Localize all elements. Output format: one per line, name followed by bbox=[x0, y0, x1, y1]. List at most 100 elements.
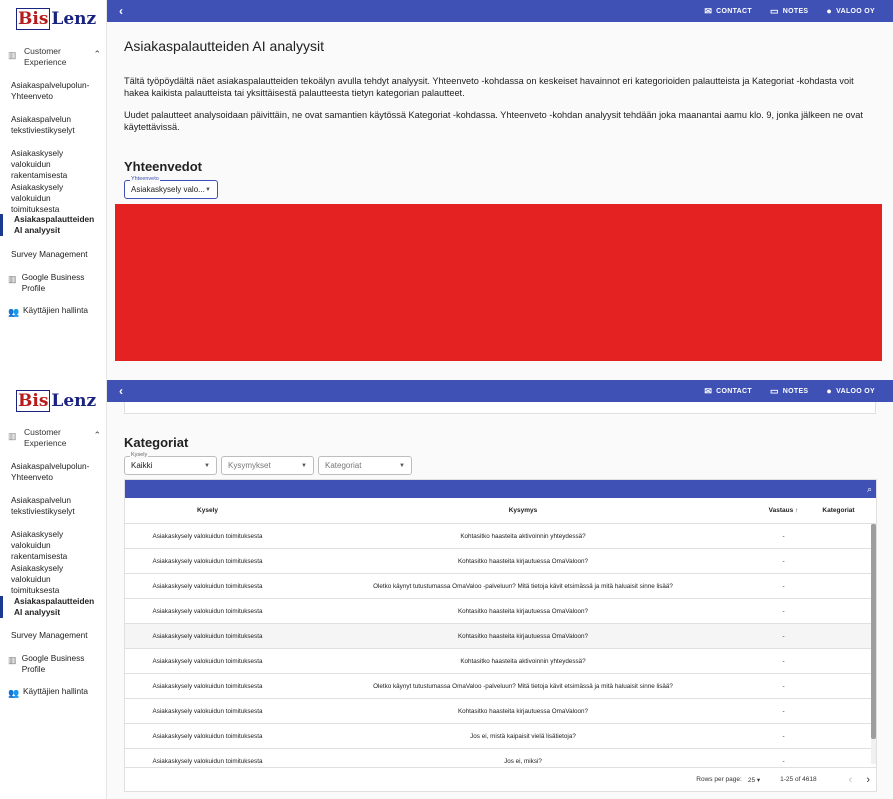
notes-button[interactable]: ▭ NOTES bbox=[770, 6, 808, 17]
brand-part-bis: Bis bbox=[16, 390, 51, 412]
sidebar-item-rakentamisesta[interactable]: Asiakaskysely valokuidun rakentamisesta bbox=[0, 148, 107, 181]
sidebar-item-label: Asiakaspalvelupolun- Yhteenveto bbox=[11, 80, 90, 101]
sidebar-item-label: Asiakaskysely valokuidun rakentamisesta bbox=[11, 148, 68, 180]
sidebar-item-toimituksesta[interactable]: Asiakaskysely valokuidun toimituksesta bbox=[0, 563, 107, 596]
survey-filter-value: Kaikki bbox=[131, 461, 153, 470]
sidebar-item-ai-analyysit[interactable]: Asiakaspalautteiden AI analyysit bbox=[0, 596, 107, 618]
table-row[interactable]: Asiakaskysely valokuidun toimituksesta Ko… bbox=[125, 649, 876, 674]
sidebar-item-label: Survey Management bbox=[11, 630, 88, 640]
brand-logo[interactable]: Bis Lenz bbox=[16, 388, 96, 414]
table-pagination: Rows per page: 25 ▾ 1-25 of 4618 ‹ › bbox=[125, 767, 876, 791]
dropdown-arrow-icon: ▼ bbox=[205, 186, 211, 193]
survey-filter-select[interactable]: Kysely Kaikki ▼ bbox=[124, 452, 217, 475]
sidebar-item-survey-management[interactable]: Survey Management bbox=[0, 630, 107, 641]
rows-per-page-select[interactable]: 25 ▾ bbox=[748, 776, 760, 784]
folder-icon: ▭ bbox=[769, 385, 779, 396]
sidebar-item-label: Asiakaskysely valokuidun rakentamisesta bbox=[11, 529, 68, 561]
table-row[interactable]: Asiakaskysely valokuidun toimituksesta Ol… bbox=[125, 674, 876, 699]
top-app-bar: ‹ ✉ CONTACT ▭ NOTES ● VALOO OY bbox=[107, 0, 893, 22]
people-icon: 👥 bbox=[8, 688, 20, 698]
bar-chart-icon: ▥ bbox=[8, 50, 17, 60]
contact-button[interactable]: ✉ CONTACT bbox=[704, 386, 752, 397]
sidebar-item-google-business-profile[interactable]: ▥ Google Business Profile bbox=[0, 653, 107, 675]
sidebar: Bis Lenz ▥ Customer Experience ⌃ Asiakasp… bbox=[0, 380, 107, 799]
column-header-kysymys[interactable]: Kysymys bbox=[290, 507, 756, 514]
sidebar-item-tekstiviestikyselyt[interactable]: Asiakaspalvelun tekstiviestikyselyt bbox=[0, 114, 107, 136]
sidebar-item-survey-management[interactable]: Survey Management bbox=[0, 249, 107, 260]
table-header: Kysely Kysymys Vastaus ↑ Kategoriat bbox=[125, 498, 876, 524]
notes-button[interactable]: ▭ NOTES bbox=[770, 386, 808, 397]
table-row[interactable]: Asiakaskysely valokuidun toimituksesta Ko… bbox=[125, 599, 876, 624]
mail-icon: ✉ bbox=[704, 5, 713, 16]
search-icon[interactable]: ⌕ bbox=[867, 484, 872, 495]
table-row[interactable]: Asiakaskysely valokuidun toimituksesta Ko… bbox=[125, 624, 876, 649]
summary-select-value: Asiakaskysely valo... bbox=[131, 185, 205, 194]
table-row[interactable]: Asiakaskysely valokuidun toimituksesta Ko… bbox=[125, 549, 876, 574]
mail-icon: ✉ bbox=[704, 385, 713, 396]
arrow-up-icon: ↑ bbox=[795, 507, 799, 514]
sidebar-item-kayttajien-hallinta[interactable]: 👥 Käyttäjien hallinta bbox=[0, 686, 107, 699]
table-row[interactable]: Asiakaskysely valokuidun toimituksesta Ko… bbox=[125, 699, 876, 724]
feedback-table: ⌕ Kysely Kysymys Vastaus ↑ Kategoriat As… bbox=[124, 479, 877, 792]
top-app-bar: ‹ ✉ CONTACT ▭ NOTES ● VALOO OY bbox=[107, 380, 893, 402]
chevron-up-icon: ⌃ bbox=[93, 49, 101, 59]
main-content: Asiakaspalautteiden AI analyysit Tältä t… bbox=[107, 22, 893, 380]
sidebar-item-label: Käyttäjien hallinta bbox=[23, 686, 89, 696]
intro-paragraph-2: Uudet palautteet analysoidaan päivittäin… bbox=[124, 110, 863, 132]
sidebar-item-label: Asiakaspalautteiden AI analyysit bbox=[14, 596, 95, 617]
column-header-vastaus[interactable]: Vastaus ↑ bbox=[756, 507, 811, 514]
sidebar-group-customer-experience[interactable]: ▥ Customer Experience ⌃ bbox=[0, 427, 107, 449]
pagination-range: 1-25 of 4618 bbox=[780, 776, 817, 783]
main-content: Kategoriat Kysely Kaikki ▼ Kysymykset ▼ … bbox=[107, 402, 893, 799]
table-row[interactable]: Asiakaskysely valokuidun toimituksesta Jo… bbox=[125, 724, 876, 749]
table-body: Asiakaskysely valokuidun toimituksesta Ko… bbox=[125, 524, 876, 774]
sidebar-item-tekstiviestikyselyt[interactable]: Asiakaspalvelun tekstiviestikyselyt bbox=[0, 495, 107, 517]
sidebar-item-rakentamisesta[interactable]: Asiakaskysely valokuidun rakentamisesta bbox=[0, 529, 107, 562]
sidebar-group-label: Customer Experience bbox=[24, 46, 67, 67]
brand-part-lenz: Lenz bbox=[51, 9, 97, 29]
brand-logo[interactable]: Bis Lenz bbox=[16, 6, 96, 32]
categories-filter-placeholder: Kategoriat bbox=[325, 461, 362, 470]
sidebar-item-yhteenveto[interactable]: Asiakaspalvelupolun- Yhteenveto bbox=[0, 80, 107, 102]
bottom-screenshot-panel: Bis Lenz ▥ Customer Experience ⌃ Asiakasp… bbox=[0, 380, 893, 799]
chevron-up-icon: ⌃ bbox=[93, 430, 101, 440]
scrollbar-thumb[interactable] bbox=[871, 524, 876, 739]
column-header-kysely[interactable]: Kysely bbox=[125, 507, 290, 514]
summary-section-title: Yhteenvedot bbox=[124, 159, 203, 174]
chevron-left-icon[interactable]: ‹ bbox=[107, 4, 135, 18]
sidebar-item-toimituksesta[interactable]: Asiakaskysely valokuidun toimituksesta bbox=[0, 182, 107, 215]
intro-paragraph-1: Tältä työpöydältä näet asiakaspalautteid… bbox=[124, 76, 854, 98]
dropdown-arrow-icon: ▼ bbox=[399, 462, 405, 469]
sidebar-item-ai-analyysit[interactable]: Asiakaspalautteiden AI analyysit bbox=[0, 214, 107, 236]
folder-icon: ▭ bbox=[769, 5, 779, 16]
account-button[interactable]: ● VALOO OY bbox=[826, 6, 875, 16]
contact-button[interactable]: ✉ CONTACT bbox=[704, 6, 752, 17]
survey-filter-label: Kysely bbox=[130, 452, 149, 459]
sidebar-item-label: Google Business Profile bbox=[21, 653, 85, 674]
dropdown-arrow-icon: ▼ bbox=[204, 462, 210, 469]
sidebar-item-label: Asiakaspalvelun tekstiviestikyselyt bbox=[11, 495, 75, 516]
sidebar-item-kayttajien-hallinta[interactable]: 👥 Käyttäjien hallinta bbox=[0, 305, 107, 318]
people-icon: 👥 bbox=[8, 307, 20, 317]
table-row[interactable]: Asiakaskysely valokuidun toimituksesta Ol… bbox=[125, 574, 876, 599]
chevron-right-icon[interactable]: › bbox=[866, 774, 870, 786]
account-button[interactable]: ● VALOO OY bbox=[826, 386, 875, 396]
sidebar-item-label: Asiakaskysely valokuidun toimituksesta bbox=[11, 182, 64, 214]
questions-filter-select[interactable]: Kysymykset ▼ bbox=[221, 456, 314, 475]
table-scrollbar[interactable] bbox=[871, 524, 876, 764]
categories-filter-select[interactable]: Kategoriat ▼ bbox=[318, 456, 412, 475]
sidebar-item-label: Asiakaspalautteiden AI analyysit bbox=[14, 214, 95, 235]
rows-per-page-label: Rows per page: bbox=[696, 776, 742, 783]
summary-select[interactable]: Yhteenveto Asiakaskysely valo... ▼ bbox=[124, 176, 218, 199]
chevron-left-icon[interactable]: ‹ bbox=[107, 384, 135, 398]
sidebar: Bis Lenz ▥ Customer Experience ⌃ Asiakasp… bbox=[0, 0, 107, 380]
chevron-left-icon[interactable]: ‹ bbox=[849, 774, 853, 786]
sidebar-item-label: Survey Management bbox=[11, 249, 88, 259]
bar-chart-icon: ▥ bbox=[8, 431, 17, 441]
table-row[interactable]: Asiakaskysely valokuidun toimituksesta Ko… bbox=[125, 524, 876, 549]
sidebar-item-google-business-profile[interactable]: ▥ Google Business Profile bbox=[0, 272, 107, 294]
sidebar-group-customer-experience[interactable]: ▥ Customer Experience ⌃ bbox=[0, 46, 107, 68]
account-circle-icon: ● bbox=[826, 6, 833, 16]
column-header-kategoriat[interactable]: Kategoriat bbox=[811, 507, 866, 514]
sidebar-item-yhteenveto[interactable]: Asiakaspalvelupolun- Yhteenveto bbox=[0, 461, 107, 483]
